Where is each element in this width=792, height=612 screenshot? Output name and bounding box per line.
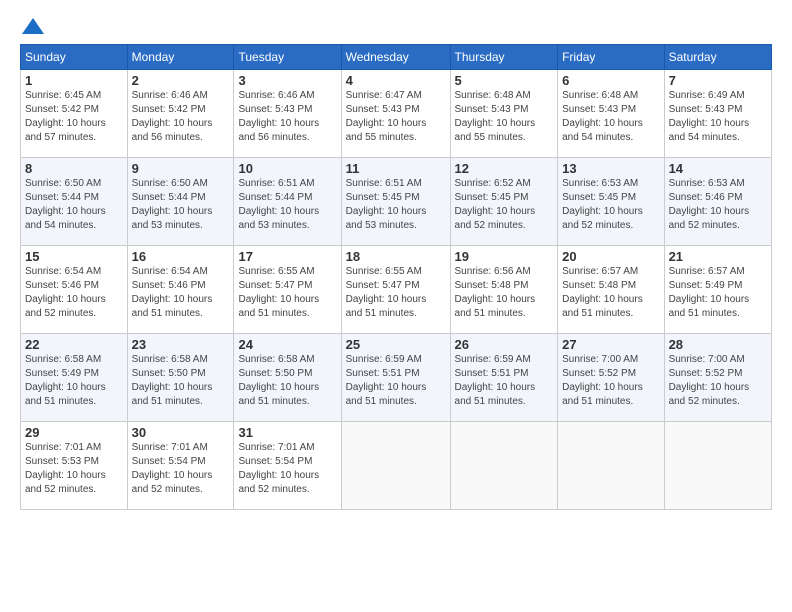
weekday-header-row: SundayMondayTuesdayWednesdayThursdayFrid… bbox=[21, 45, 772, 70]
calendar-day-19: 19Sunrise: 6:56 AMSunset: 5:48 PMDayligh… bbox=[450, 246, 558, 334]
calendar-day-14: 14Sunrise: 6:53 AMSunset: 5:46 PMDayligh… bbox=[664, 158, 771, 246]
calendar-day-empty bbox=[450, 422, 558, 510]
calendar-week-4: 22Sunrise: 6:58 AMSunset: 5:49 PMDayligh… bbox=[21, 334, 772, 422]
calendar-day-26: 26Sunrise: 6:59 AMSunset: 5:51 PMDayligh… bbox=[450, 334, 558, 422]
calendar-day-15: 15Sunrise: 6:54 AMSunset: 5:46 PMDayligh… bbox=[21, 246, 128, 334]
calendar-week-1: 1Sunrise: 6:45 AMSunset: 5:42 PMDaylight… bbox=[21, 70, 772, 158]
calendar-day-30: 30Sunrise: 7:01 AMSunset: 5:54 PMDayligh… bbox=[127, 422, 234, 510]
calendar-day-8: 8Sunrise: 6:50 AMSunset: 5:44 PMDaylight… bbox=[21, 158, 128, 246]
calendar-day-2: 2Sunrise: 6:46 AMSunset: 5:42 PMDaylight… bbox=[127, 70, 234, 158]
calendar-day-23: 23Sunrise: 6:58 AMSunset: 5:50 PMDayligh… bbox=[127, 334, 234, 422]
weekday-header-wednesday: Wednesday bbox=[341, 45, 450, 70]
calendar-day-17: 17Sunrise: 6:55 AMSunset: 5:47 PMDayligh… bbox=[234, 246, 341, 334]
logo-icon bbox=[22, 18, 44, 34]
calendar-day-3: 3Sunrise: 6:46 AMSunset: 5:43 PMDaylight… bbox=[234, 70, 341, 158]
calendar-day-12: 12Sunrise: 6:52 AMSunset: 5:45 PMDayligh… bbox=[450, 158, 558, 246]
calendar-day-empty bbox=[341, 422, 450, 510]
calendar-day-11: 11Sunrise: 6:51 AMSunset: 5:45 PMDayligh… bbox=[341, 158, 450, 246]
weekday-header-monday: Monday bbox=[127, 45, 234, 70]
calendar-week-2: 8Sunrise: 6:50 AMSunset: 5:44 PMDaylight… bbox=[21, 158, 772, 246]
logo bbox=[20, 18, 44, 34]
calendar-week-5: 29Sunrise: 7:01 AMSunset: 5:53 PMDayligh… bbox=[21, 422, 772, 510]
calendar-day-27: 27Sunrise: 7:00 AMSunset: 5:52 PMDayligh… bbox=[558, 334, 664, 422]
calendar-day-18: 18Sunrise: 6:55 AMSunset: 5:47 PMDayligh… bbox=[341, 246, 450, 334]
calendar-day-9: 9Sunrise: 6:50 AMSunset: 5:44 PMDaylight… bbox=[127, 158, 234, 246]
calendar-week-3: 15Sunrise: 6:54 AMSunset: 5:46 PMDayligh… bbox=[21, 246, 772, 334]
weekday-header-friday: Friday bbox=[558, 45, 664, 70]
calendar-day-20: 20Sunrise: 6:57 AMSunset: 5:48 PMDayligh… bbox=[558, 246, 664, 334]
calendar-day-7: 7Sunrise: 6:49 AMSunset: 5:43 PMDaylight… bbox=[664, 70, 771, 158]
weekday-header-saturday: Saturday bbox=[664, 45, 771, 70]
calendar-day-29: 29Sunrise: 7:01 AMSunset: 5:53 PMDayligh… bbox=[21, 422, 128, 510]
calendar-day-4: 4Sunrise: 6:47 AMSunset: 5:43 PMDaylight… bbox=[341, 70, 450, 158]
weekday-header-thursday: Thursday bbox=[450, 45, 558, 70]
calendar-day-6: 6Sunrise: 6:48 AMSunset: 5:43 PMDaylight… bbox=[558, 70, 664, 158]
calendar-day-31: 31Sunrise: 7:01 AMSunset: 5:54 PMDayligh… bbox=[234, 422, 341, 510]
calendar-day-empty bbox=[558, 422, 664, 510]
calendar-day-5: 5Sunrise: 6:48 AMSunset: 5:43 PMDaylight… bbox=[450, 70, 558, 158]
calendar-day-25: 25Sunrise: 6:59 AMSunset: 5:51 PMDayligh… bbox=[341, 334, 450, 422]
weekday-header-tuesday: Tuesday bbox=[234, 45, 341, 70]
calendar-day-28: 28Sunrise: 7:00 AMSunset: 5:52 PMDayligh… bbox=[664, 334, 771, 422]
calendar-day-16: 16Sunrise: 6:54 AMSunset: 5:46 PMDayligh… bbox=[127, 246, 234, 334]
calendar-day-13: 13Sunrise: 6:53 AMSunset: 5:45 PMDayligh… bbox=[558, 158, 664, 246]
calendar-day-22: 22Sunrise: 6:58 AMSunset: 5:49 PMDayligh… bbox=[21, 334, 128, 422]
header bbox=[20, 18, 772, 34]
weekday-header-sunday: Sunday bbox=[21, 45, 128, 70]
calendar-day-1: 1Sunrise: 6:45 AMSunset: 5:42 PMDaylight… bbox=[21, 70, 128, 158]
page: SundayMondayTuesdayWednesdayThursdayFrid… bbox=[0, 0, 792, 520]
calendar-day-21: 21Sunrise: 6:57 AMSunset: 5:49 PMDayligh… bbox=[664, 246, 771, 334]
calendar-day-24: 24Sunrise: 6:58 AMSunset: 5:50 PMDayligh… bbox=[234, 334, 341, 422]
calendar-day-empty bbox=[664, 422, 771, 510]
calendar-table: SundayMondayTuesdayWednesdayThursdayFrid… bbox=[20, 44, 772, 510]
calendar-day-10: 10Sunrise: 6:51 AMSunset: 5:44 PMDayligh… bbox=[234, 158, 341, 246]
